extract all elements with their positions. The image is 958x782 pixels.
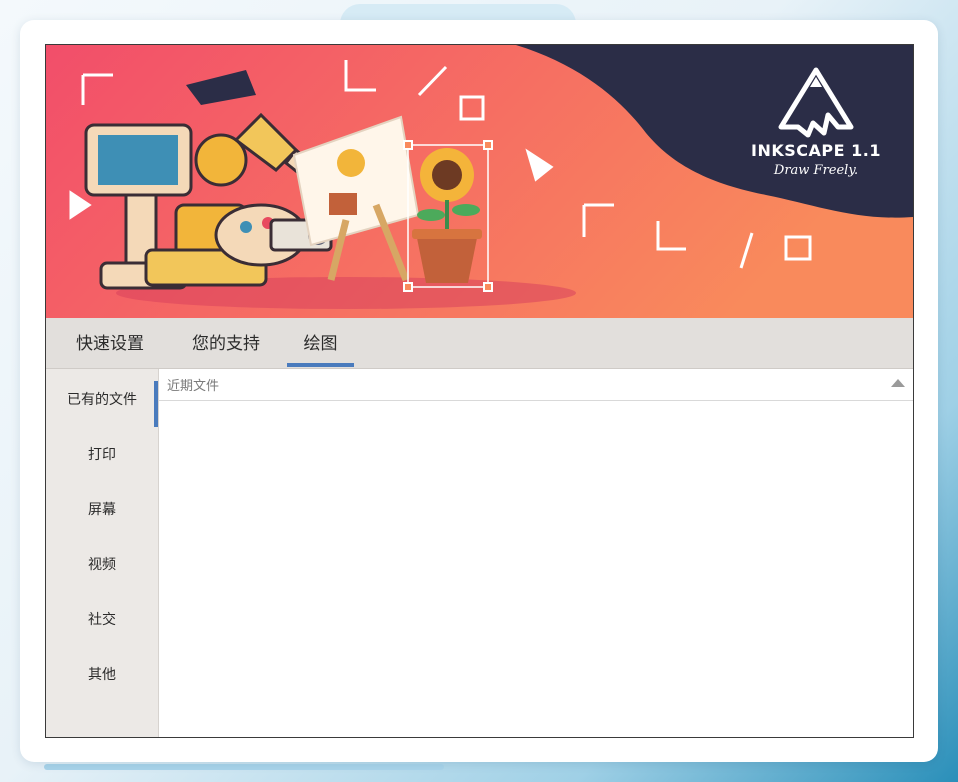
banner-illustration [46,45,913,318]
welcome-banner: INKSCAPE 1.1 Draw Freely. [46,45,913,318]
inkscape-logo-title: INKSCAPE 1.1 [751,141,881,160]
tab-support[interactable]: 您的支持 [176,318,276,368]
tab-quick-setup[interactable]: 快速设置 [60,318,160,368]
sidebar-item-video[interactable]: 视频 [46,538,158,593]
triangle-up-icon[interactable] [891,379,905,387]
recent-files-title: 近期文件 [167,379,220,394]
recent-files-header[interactable]: 近期文件 [159,369,913,401]
inkscape-logo-tagline: Draw Freely. [773,163,859,178]
sidebar-item-screen[interactable]: 屏幕 [46,483,158,538]
welcome-tabbar: 快速设置 您的支持 绘图 [46,318,913,369]
sidebar-item-existing-files[interactable]: 已有的文件 [46,373,158,428]
tab-drawing[interactable]: 绘图 [287,318,354,368]
welcome-window: INKSCAPE 1.1 Draw Freely. 快速设置 您的支持 绘图 已… [45,44,914,738]
category-sidebar: 已有的文件 打印 屏幕 视频 社交 其他 [46,369,159,737]
recent-files-panel: 近期文件 [159,369,913,737]
sidebar-item-print[interactable]: 打印 [46,428,158,483]
sidebar-item-social[interactable]: 社交 [46,593,158,648]
sidebar-item-other[interactable]: 其他 [46,648,158,703]
background-scrollbar [44,764,444,770]
